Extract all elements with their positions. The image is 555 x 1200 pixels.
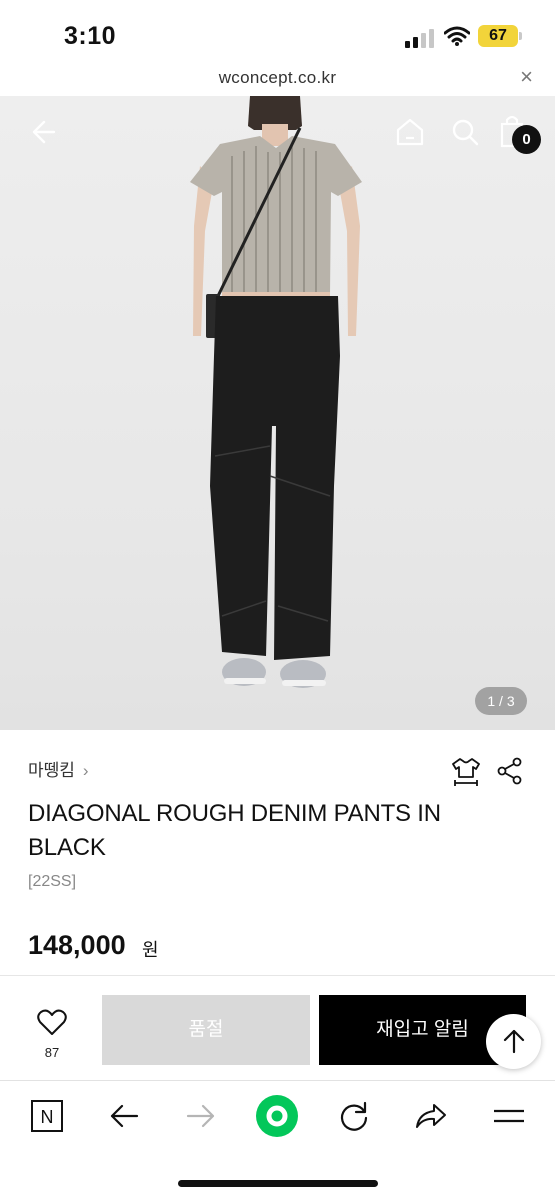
back-arrow-icon[interactable] xyxy=(26,116,58,148)
product-image-carousel[interactable] xyxy=(0,96,555,730)
status-bar: 3:10 67 xyxy=(0,0,555,68)
url-bar[interactable]: wconcept.co.kr × xyxy=(0,62,555,96)
price-currency: 원 xyxy=(142,940,159,960)
season-tag: [22SS] xyxy=(28,873,77,890)
brand-link[interactable]: 마뗑킴 › xyxy=(28,756,89,781)
chevron-right-icon: › xyxy=(82,761,89,780)
divider xyxy=(0,975,555,976)
image-page-indicator: 1 / 3 xyxy=(475,687,527,715)
battery-indicator: 67 xyxy=(478,25,522,47)
home-indicator xyxy=(178,1180,378,1187)
arrow-up-icon xyxy=(503,1029,525,1054)
size-fit-icon[interactable] xyxy=(450,756,482,788)
scroll-to-top-button[interactable] xyxy=(486,1014,541,1069)
wifi-icon xyxy=(444,26,470,46)
product-photo xyxy=(190,96,362,688)
wishlist-button[interactable]: 87 xyxy=(30,1008,74,1062)
naver-n-icon[interactable]: N xyxy=(30,1099,64,1133)
naver-label: N xyxy=(41,1107,54,1127)
home-icon[interactable] xyxy=(394,116,426,148)
search-icon[interactable] xyxy=(449,116,481,148)
green-record-icon[interactable] xyxy=(255,1094,299,1138)
product-title: DIAGONAL ROUGH DENIM PANTS IN BLACK xyxy=(28,800,441,861)
menu-icon[interactable] xyxy=(492,1099,526,1133)
forward-icon[interactable] xyxy=(184,1099,218,1133)
brand-name[interactable]: 마뗑킴 xyxy=(28,761,75,780)
share-icon[interactable] xyxy=(414,1099,448,1133)
wishlist-count: 87 xyxy=(44,1045,60,1060)
status-time: 3:10 xyxy=(64,22,117,50)
price-value: 148,000 xyxy=(28,930,126,960)
share-icon[interactable] xyxy=(496,757,524,785)
url-text[interactable]: wconcept.co.kr xyxy=(0,68,555,88)
cellular-signal-icon xyxy=(405,29,434,48)
heart-icon[interactable] xyxy=(37,1008,67,1036)
back-icon[interactable] xyxy=(107,1099,141,1133)
close-icon[interactable]: × xyxy=(520,64,533,90)
reload-icon[interactable] xyxy=(337,1099,371,1133)
cart-count-badge: 0 xyxy=(512,125,541,154)
soldout-button[interactable]: 품절 xyxy=(102,995,310,1065)
